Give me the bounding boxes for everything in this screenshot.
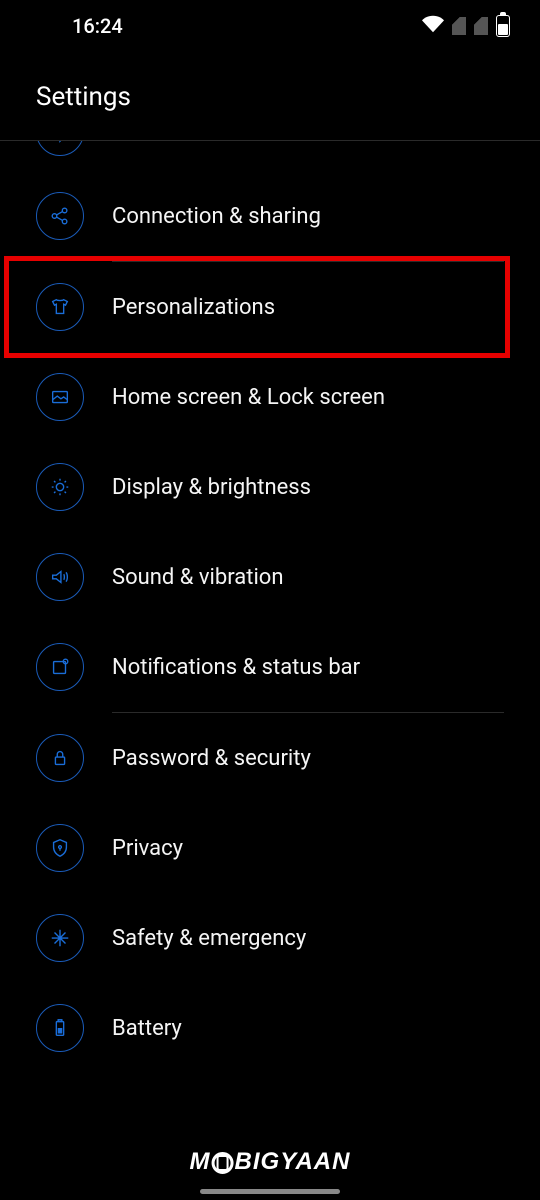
item-label: Personalizations: [112, 295, 275, 320]
watermark-text-1: M: [190, 1148, 211, 1175]
list-item-connection-sharing[interactable]: Connection & sharing: [0, 171, 540, 261]
watermark-text-2: BIGYAAN: [235, 1148, 351, 1175]
wifi-icon: [422, 13, 444, 39]
item-label: Password & security: [112, 746, 311, 771]
watermark: M BIGYAAN: [190, 1148, 351, 1176]
brightness-icon: [36, 463, 84, 511]
item-label: Sound & vibration: [112, 565, 284, 590]
sim1-icon: [452, 17, 466, 35]
notification-badge-icon: [36, 643, 84, 691]
item-label: Safety & emergency: [112, 926, 306, 951]
battery-icon: [36, 1004, 84, 1052]
sim2-icon: [474, 17, 488, 35]
item-label: Home screen & Lock screen: [112, 385, 385, 410]
list-item-sound[interactable]: Sound & vibration: [0, 532, 540, 622]
list-item-safety-emergency[interactable]: Safety & emergency: [0, 893, 540, 983]
status-bar: 16:24: [0, 0, 540, 52]
item-label: Display & brightness: [112, 475, 311, 500]
list-item-home-lock[interactable]: Home screen & Lock screen: [0, 352, 540, 442]
list-item-personalizations[interactable]: Personalizations: [0, 262, 540, 352]
share-icon: [36, 192, 84, 240]
lock-icon: [36, 734, 84, 782]
item-label: Connection & sharing: [112, 204, 321, 229]
watermark-logo-icon: [212, 1152, 234, 1174]
list-item-privacy[interactable]: Privacy: [0, 803, 540, 893]
status-icons: [422, 13, 510, 39]
page-header: Settings: [0, 52, 540, 132]
shield-icon: [36, 824, 84, 872]
battery-icon: [496, 15, 510, 37]
image-frame-icon: [36, 373, 84, 421]
tshirt-icon: [36, 283, 84, 331]
list-item-password-security[interactable]: Password & security: [0, 713, 540, 803]
item-label: Battery: [112, 1016, 182, 1041]
medical-icon: [36, 914, 84, 962]
home-indicator[interactable]: [200, 1189, 340, 1194]
settings-list: Connection & sharing Personalizations Ho…: [0, 141, 540, 1073]
list-item-notifications[interactable]: Notifications & status bar: [0, 622, 540, 712]
item-label: Privacy: [112, 836, 183, 861]
list-item-display[interactable]: Display & brightness: [0, 442, 540, 532]
item-label: Notifications & status bar: [112, 655, 360, 680]
speaker-icon: [36, 553, 84, 601]
bluetooth-icon: [36, 141, 84, 156]
list-item-partial[interactable]: [0, 141, 540, 171]
status-time: 16:24: [72, 14, 123, 38]
page-title: Settings: [36, 82, 504, 112]
list-item-battery[interactable]: Battery: [0, 983, 540, 1073]
